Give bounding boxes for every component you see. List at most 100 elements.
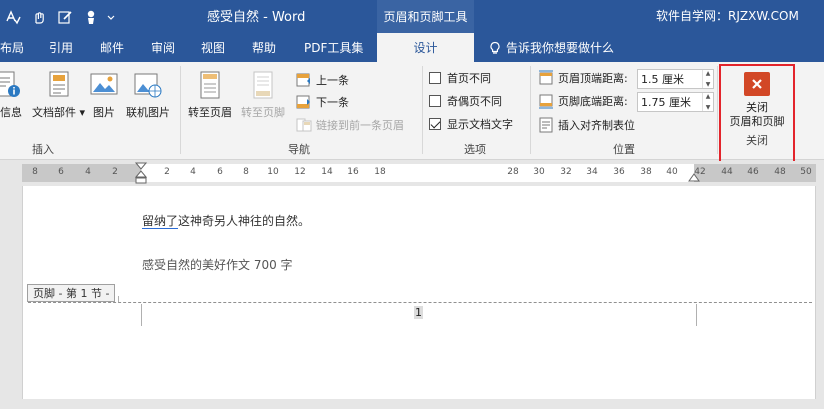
ruler-tick: 32	[560, 167, 572, 177]
picture-icon	[90, 73, 118, 95]
edit-icon[interactable]	[52, 0, 78, 33]
close-group-label: 关闭	[746, 134, 768, 147]
window-title: 感受自然 - Word	[207, 10, 306, 25]
tab-references[interactable]: 引用	[49, 33, 73, 62]
tab-view[interactable]: 视图	[201, 33, 225, 62]
online-picture-icon	[134, 73, 162, 98]
chevron-down-icon[interactable]	[104, 0, 118, 33]
ruler-tick: 18	[374, 167, 386, 177]
tab-pdf-tools[interactable]: PDF工具集	[304, 33, 363, 62]
ruler-text-area	[141, 164, 694, 182]
close-header-footer-button[interactable]: 关闭 页眉和页脚 关闭	[726, 72, 788, 148]
doc-info-button[interactable]: 信息	[0, 70, 26, 120]
checkbox-box[interactable]	[429, 72, 441, 84]
footer-boundary-line	[28, 302, 812, 303]
context-tab-title: 页眉和页脚工具	[377, 0, 474, 33]
left-margin-mark	[141, 304, 142, 326]
right-margin-mark	[696, 304, 697, 326]
header-top-spinner[interactable]: 1.5 厘米 ▲ ▼	[637, 69, 714, 89]
tell-me-box[interactable]: 告诉我你想要做什么	[488, 33, 614, 62]
show-document-text-label: 显示文档文字	[447, 118, 513, 131]
online-picture-button[interactable]: 联机图片	[126, 70, 170, 120]
header-position-icon	[539, 70, 553, 85]
link-to-previous-label: 链接到前一条页眉	[316, 119, 404, 132]
group-divider	[422, 66, 423, 154]
indent-marker-icon[interactable]	[135, 162, 147, 184]
tab-help[interactable]: 帮助	[252, 33, 276, 62]
ribbon: 信息 文档部件 ▾ 图片 联机图片 插入 转至页眉 转至页脚 上一条 下一条 链…	[0, 62, 824, 160]
ruler-tick: 6	[58, 167, 64, 177]
hand-icon[interactable]	[78, 0, 104, 33]
ruler-tick: 2	[164, 167, 170, 177]
site-label: 软件自学网：RJZXW.COM	[656, 9, 799, 23]
footer-bottom-spinner[interactable]: 1.75 厘米 ▲ ▼	[637, 92, 714, 112]
touch-mode-icon[interactable]	[26, 0, 52, 33]
spinner-arrows[interactable]: ▲ ▼	[702, 70, 713, 88]
next-label: 下一条	[316, 96, 349, 109]
insert-alignment-tab-button[interactable]: 插入对齐制表位	[538, 115, 635, 135]
first-page-different-checkbox[interactable]: 首页不同	[429, 68, 491, 88]
right-indent-marker-icon[interactable]	[688, 172, 700, 182]
document-line-2[interactable]: 感受自然的美好作文 700 字	[142, 256, 293, 273]
online-picture-label: 联机图片	[126, 106, 170, 119]
quick-parts-label: 文档部件 ▾	[32, 106, 86, 119]
doc-info-label: 信息	[0, 106, 22, 119]
checkbox-box[interactable]	[429, 118, 441, 130]
goto-footer-button[interactable]: 转至页脚	[241, 70, 285, 120]
close-icon	[744, 72, 770, 96]
doc-info-icon	[0, 71, 20, 97]
ruler-tick: 44	[721, 167, 733, 177]
insert-group-label: 插入	[32, 143, 54, 156]
ruler-tick: 10	[267, 167, 279, 177]
header-top-value: 1.5 厘米	[641, 73, 684, 86]
tab-layout[interactable]: 布局	[0, 33, 24, 62]
picture-label: 图片	[93, 106, 115, 119]
header-top-distance: 页眉顶端距离:	[538, 68, 628, 88]
odd-even-different-label: 奇偶页不同	[447, 95, 502, 108]
goto-footer-icon	[253, 71, 273, 99]
horizontal-ruler[interactable]: 8 6 4 2 2 4 6 8 10 12 14 16 18 28 30 32 …	[22, 162, 816, 184]
next-button[interactable]: 下一条	[296, 92, 349, 112]
ruler-tick: 38	[640, 167, 652, 177]
ruler-tick: 30	[533, 167, 545, 177]
quick-access-toolbar	[0, 0, 118, 33]
tab-review[interactable]: 审阅	[151, 33, 175, 62]
document-line-1[interactable]: 留纳了这神奇另人神往的自然。	[142, 212, 310, 229]
lightbulb-icon	[490, 41, 500, 54]
footer-bottom-value: 1.75 厘米	[641, 96, 691, 109]
group-divider	[180, 66, 181, 154]
ribbon-tab-bar: 布局 引用 邮件 审阅 视图 帮助 PDF工具集 设计 告诉我你想要做什么	[0, 33, 824, 62]
tab-mailings[interactable]: 邮件	[100, 33, 124, 62]
next-section-icon	[296, 95, 310, 109]
picture-button[interactable]: 图片	[89, 70, 119, 120]
underlined-text: 留纳了	[142, 214, 179, 229]
odd-even-different-checkbox[interactable]: 奇偶页不同	[429, 91, 502, 111]
page-number[interactable]: 1	[414, 306, 423, 319]
goto-header-label: 转至页眉	[188, 106, 232, 119]
ruler-tick: 6	[217, 167, 223, 177]
position-group-label: 位置	[613, 143, 635, 156]
checkbox-box[interactable]	[429, 95, 441, 107]
link-to-previous-button[interactable]: 链接到前一条页眉	[296, 115, 404, 135]
close-button-line1: 关闭	[746, 101, 768, 114]
show-document-text-checkbox[interactable]: 显示文档文字	[429, 114, 513, 134]
ruler-tick: 12	[294, 167, 306, 177]
header-top-label: 页眉顶端距离:	[558, 72, 628, 85]
ruler-tick: 14	[321, 167, 333, 177]
footer-corner-mark	[118, 296, 119, 302]
link-icon	[296, 118, 312, 132]
footer-bottom-label: 页脚底端距离:	[558, 95, 628, 108]
goto-header-button[interactable]: 转至页眉	[188, 70, 232, 120]
ruler-tick: 8	[32, 167, 38, 177]
prev-button[interactable]: 上一条	[296, 70, 349, 90]
spinner-arrows[interactable]: ▲ ▼	[702, 93, 713, 111]
ruler-tick: 36	[613, 167, 625, 177]
tab-design[interactable]: 设计	[377, 33, 474, 62]
ruler-tick: 4	[85, 167, 91, 177]
spelling-icon[interactable]	[0, 0, 26, 33]
options-group-label: 选项	[464, 143, 486, 156]
quick-parts-button[interactable]: 文档部件 ▾	[32, 70, 85, 120]
footer-bottom-distance: 页脚底端距离:	[538, 91, 628, 111]
nav-group-label: 导航	[288, 143, 310, 156]
first-page-different-label: 首页不同	[447, 72, 491, 85]
